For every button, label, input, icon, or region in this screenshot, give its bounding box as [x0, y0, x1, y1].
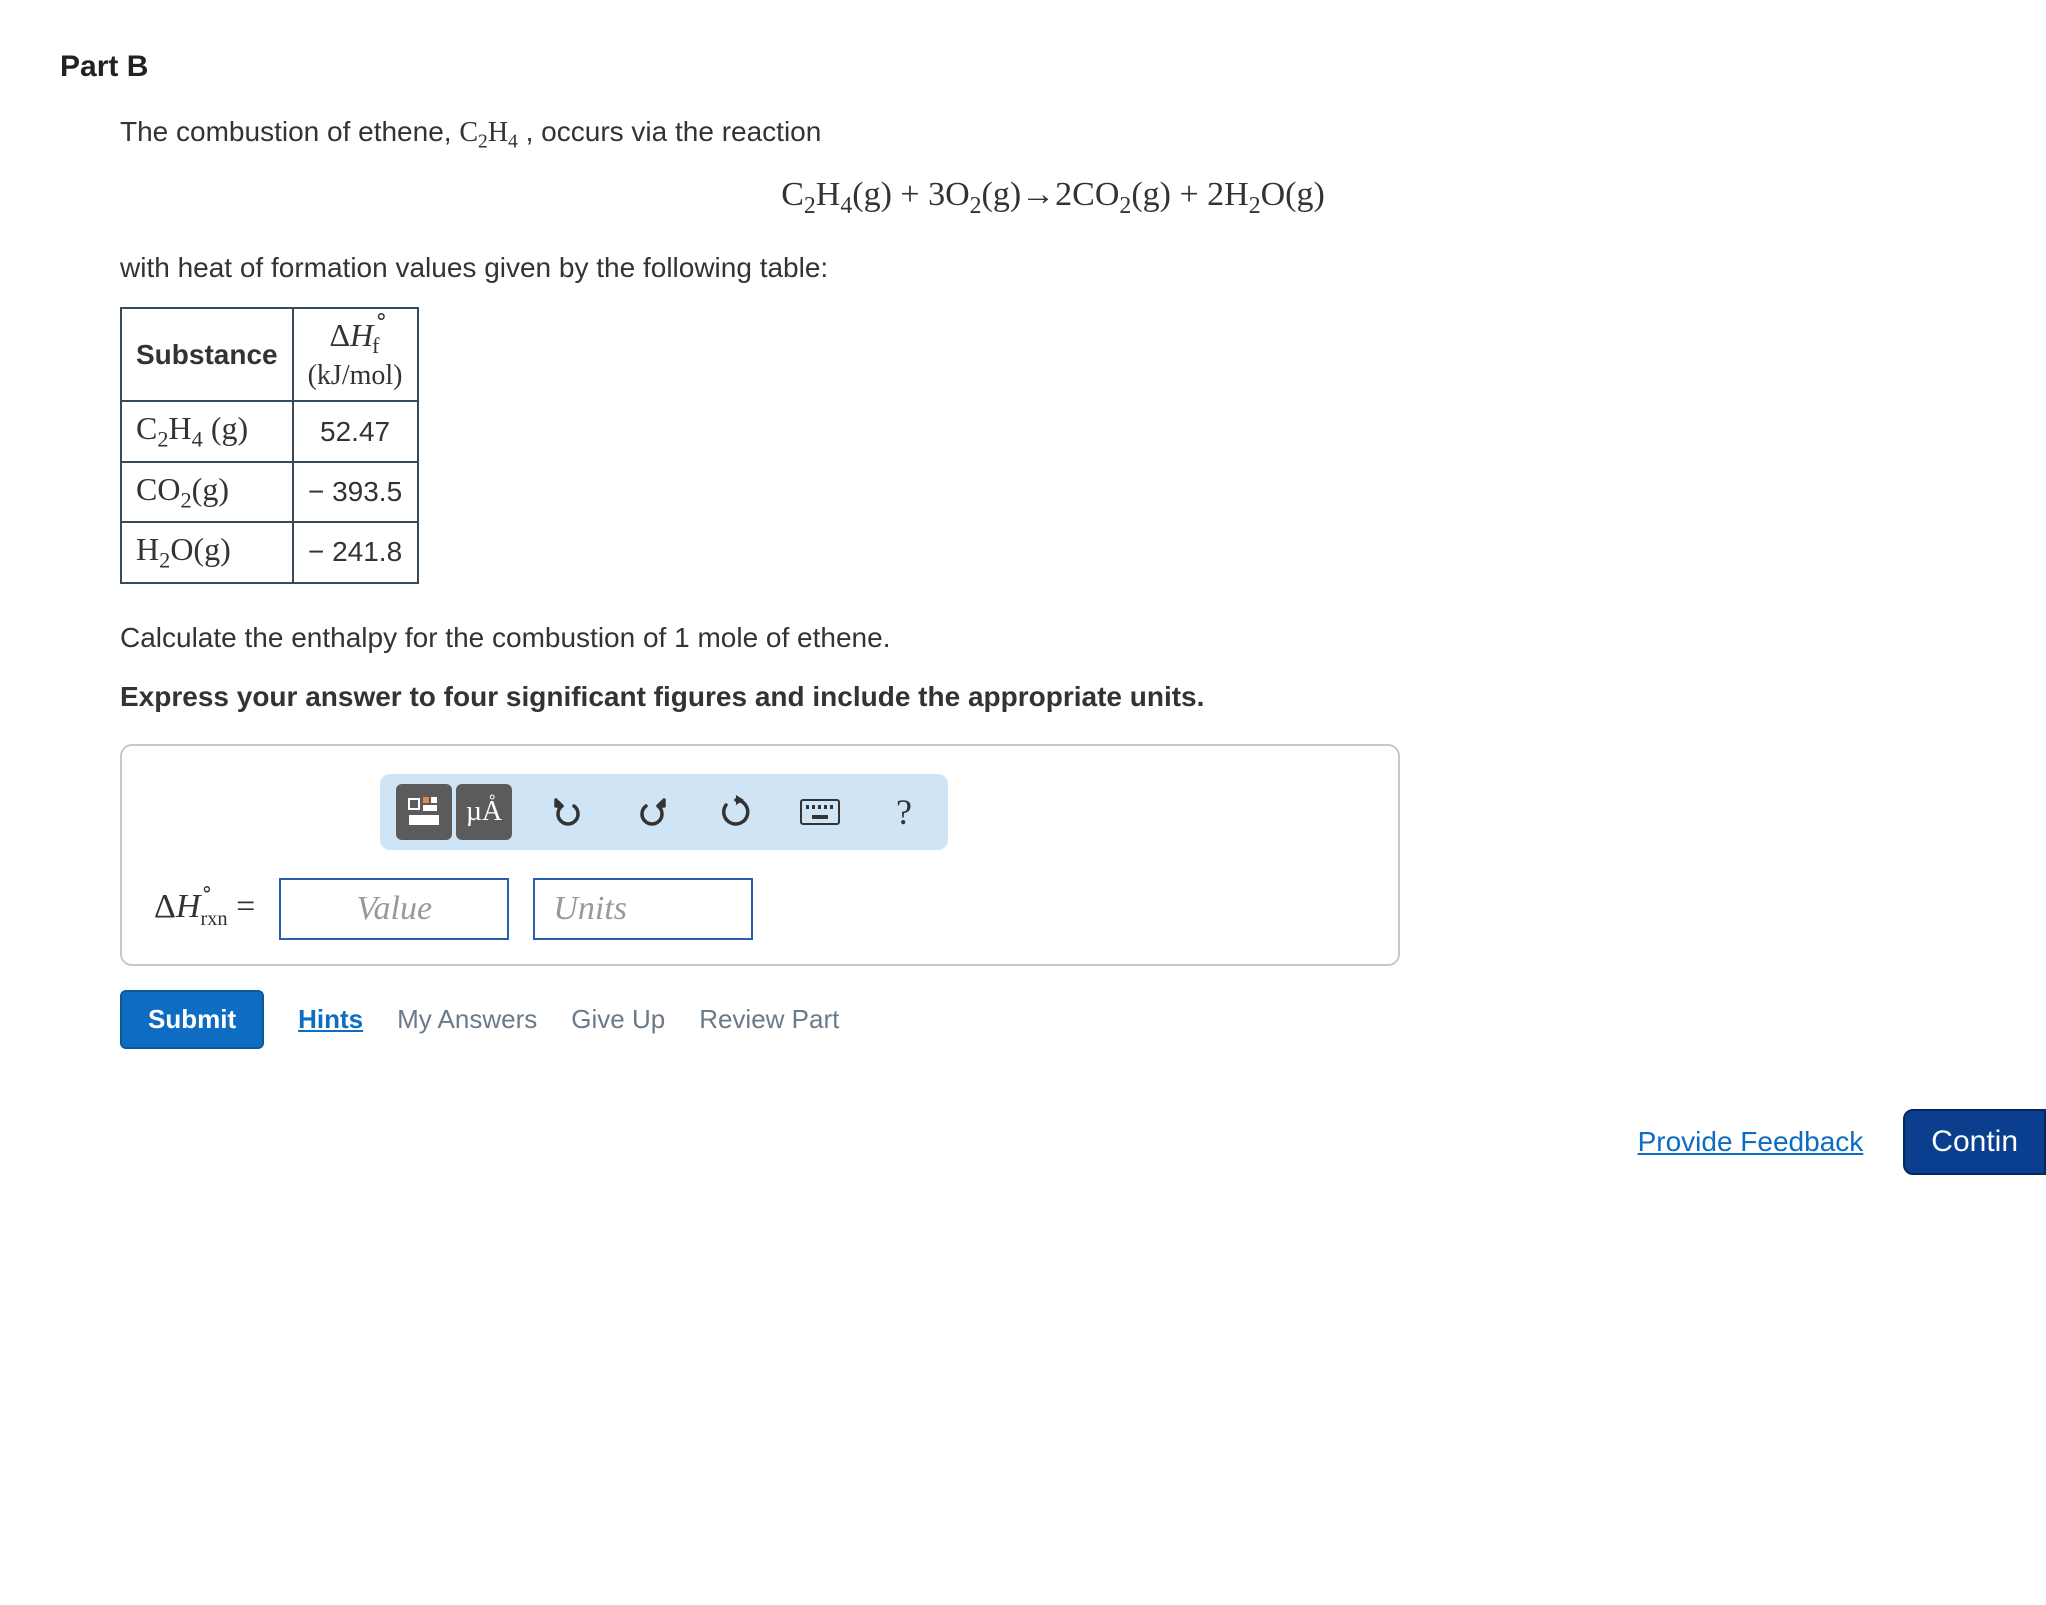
action-row: Submit Hints My Answers Give Up Review P…: [120, 990, 1986, 1049]
calc-instruction: Calculate the enthalpy for the combustio…: [120, 618, 1986, 657]
intro-paragraph: The combustion of ethene, C2H4 , occurs …: [120, 112, 1986, 156]
give-up-link[interactable]: Give Up: [571, 1004, 665, 1035]
table-row: H2O(g) − 241.8: [121, 522, 418, 582]
units-input[interactable]: Units: [533, 878, 753, 940]
hints-link[interactable]: Hints: [298, 1004, 363, 1035]
reset-button[interactable]: [708, 784, 764, 840]
th-units: (kJ/mol): [308, 360, 403, 391]
intro-formula: C2H4: [459, 117, 518, 148]
submit-button[interactable]: Submit: [120, 990, 264, 1049]
answer-lhs-label: ΔH∘rxn =: [154, 888, 255, 931]
answer-input-row: ΔH∘rxn = Value Units: [150, 878, 1370, 940]
th-substance: Substance: [121, 308, 293, 401]
keyboard-button[interactable]: [792, 784, 848, 840]
continue-button[interactable]: Contin: [1903, 1109, 2046, 1175]
my-answers-link[interactable]: My Answers: [397, 1004, 537, 1035]
express-instruction: Express your answer to four significant …: [120, 677, 1986, 716]
value-input[interactable]: Value: [279, 878, 509, 940]
help-button[interactable]: ?: [876, 784, 932, 840]
row-substance: C2H4 (g): [121, 401, 293, 461]
table-header-row: Substance ΔH∘f (kJ/mol): [121, 308, 418, 401]
row-value: 52.47: [293, 401, 418, 461]
content-area: The combustion of ethene, C2H4 , occurs …: [120, 112, 1986, 1049]
intro-text-2: , occurs via the reaction: [518, 116, 821, 147]
answer-box: µA∘ ? ΔH∘rxn = Value Units: [120, 744, 1400, 966]
toolbar-group-templates: µA∘: [396, 784, 512, 840]
review-part-link[interactable]: Review Part: [699, 1004, 839, 1035]
reaction-equation: C2H4(g) + 3O2(g)→2CO2(g) + 2H2O(g): [120, 176, 1986, 220]
intro-text-1: The combustion of ethene,: [120, 116, 459, 147]
table-intro: with heat of formation values given by t…: [120, 248, 1986, 287]
undo-button[interactable]: [540, 784, 596, 840]
row-substance: CO2(g): [121, 462, 293, 522]
units-symbol-button[interactable]: µA∘: [456, 784, 512, 840]
footer-row: Provide Feedback Contin: [60, 1109, 1986, 1175]
answer-toolbar: µA∘ ?: [380, 774, 948, 850]
table-row: CO2(g) − 393.5: [121, 462, 418, 522]
heat-formation-table: Substance ΔH∘f (kJ/mol) C2H4 (g) 52.47 C…: [120, 307, 419, 584]
table-row: C2H4 (g) 52.47: [121, 401, 418, 461]
redo-button[interactable]: [624, 784, 680, 840]
row-substance: H2O(g): [121, 522, 293, 582]
keyboard-icon: [800, 799, 840, 825]
th-delta: ΔH∘f (kJ/mol): [293, 308, 418, 401]
provide-feedback-link[interactable]: Provide Feedback: [1638, 1126, 1864, 1158]
templates-button[interactable]: [396, 784, 452, 840]
row-value: − 241.8: [293, 522, 418, 582]
row-value: − 393.5: [293, 462, 418, 522]
part-title: Part B: [60, 50, 1986, 84]
